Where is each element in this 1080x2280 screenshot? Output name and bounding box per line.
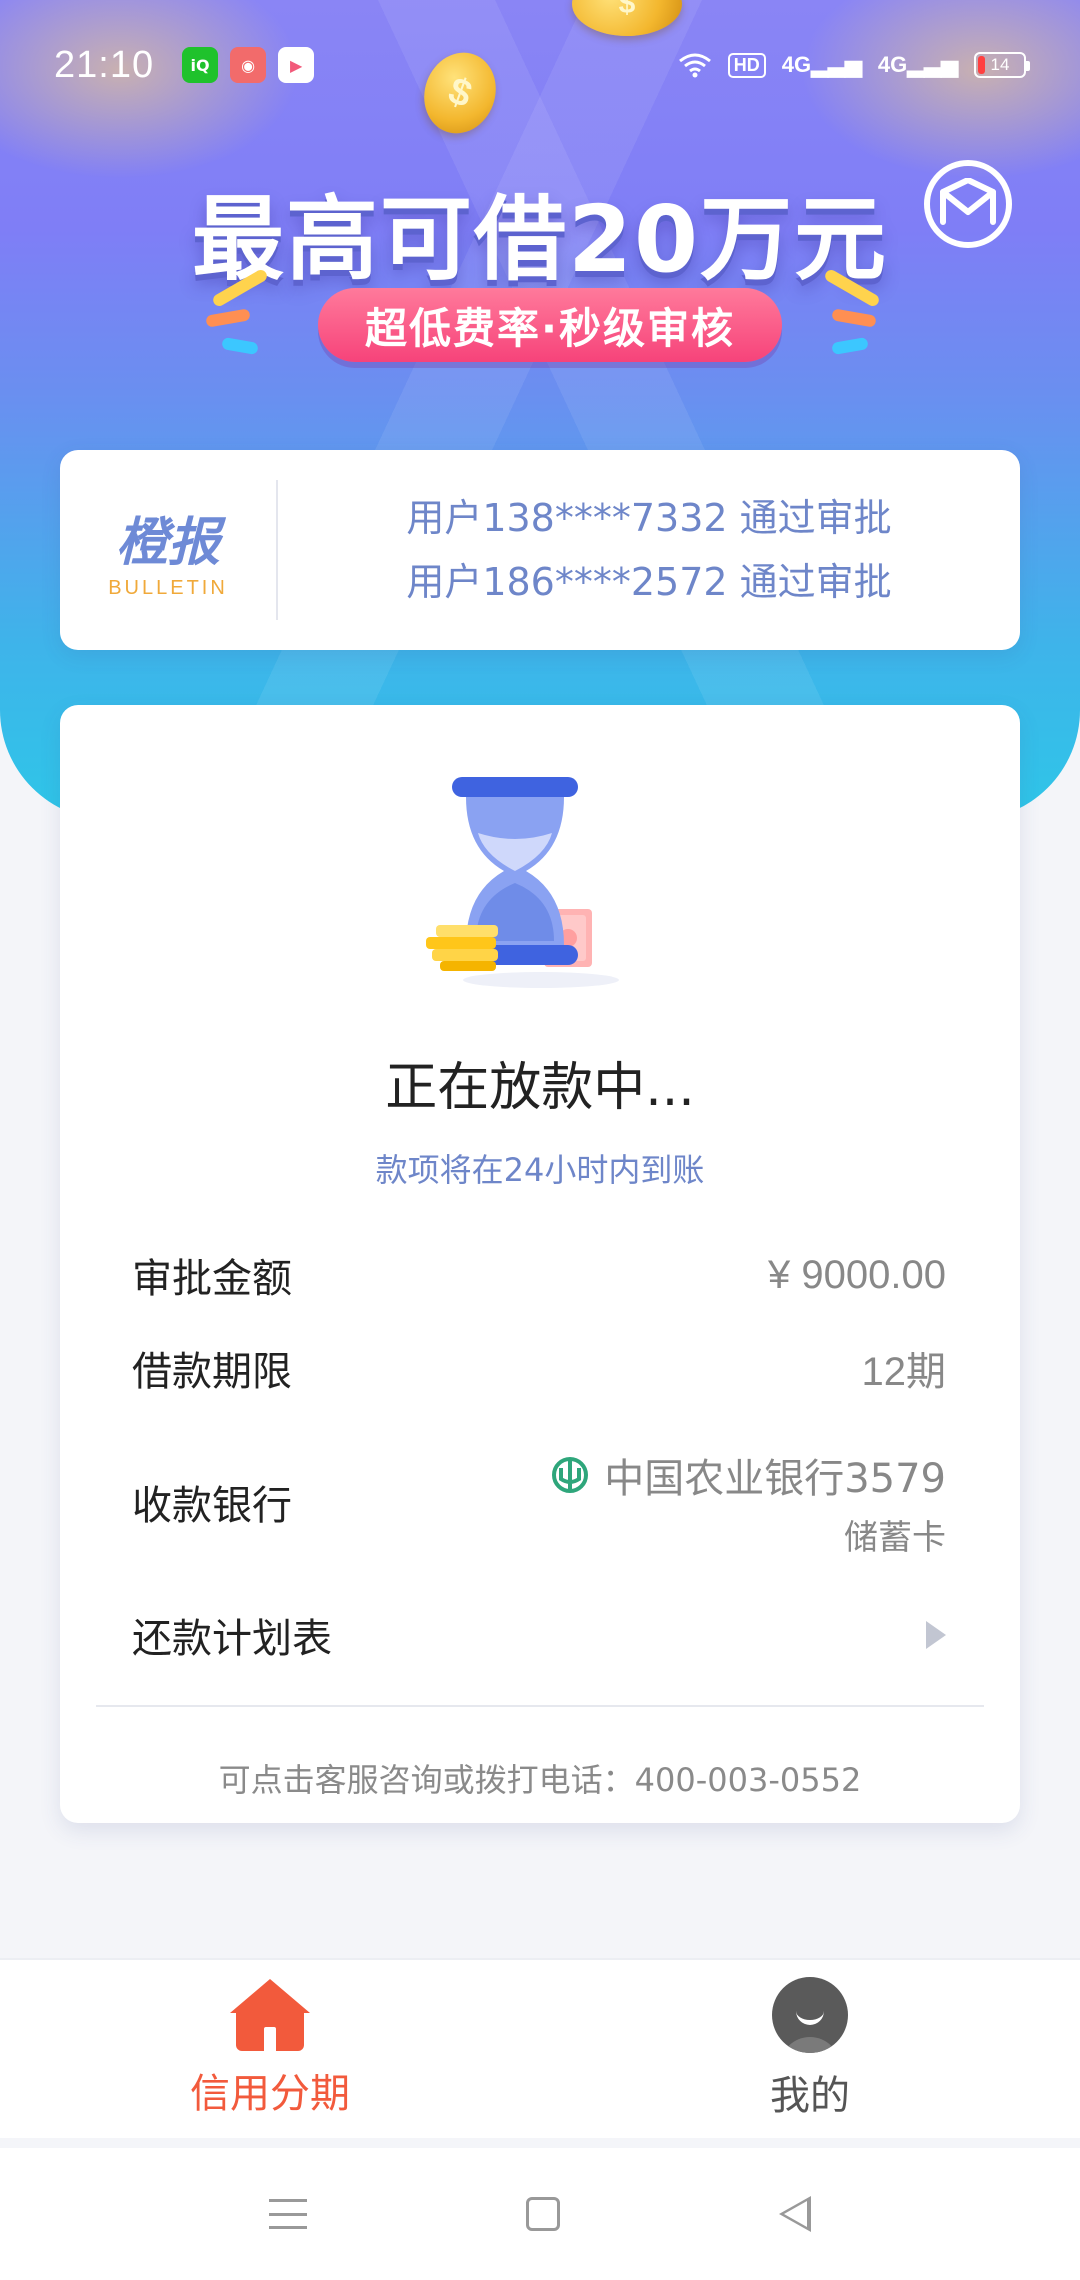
bulletin-logo-cn: 橙报 bbox=[115, 513, 220, 573]
battery-level: 14 bbox=[990, 55, 1010, 74]
hd-voice-icon: HD bbox=[727, 52, 766, 78]
divider bbox=[96, 1705, 984, 1707]
doll-machine-icon: ◉ bbox=[230, 47, 267, 83]
hero-headline: 最高可借20万元 bbox=[191, 186, 889, 293]
bulletin-line: 用户138****7332 通过审批 bbox=[406, 496, 892, 540]
row-label: 借款期限 bbox=[132, 1349, 292, 1395]
tab-label: 信用分期 bbox=[190, 2071, 350, 2117]
bottom-tab-bar: 信用分期 我的 bbox=[0, 1958, 1080, 2138]
bulletin-card: 橙报 BULLETIN 用户138****7332 通过审批 用户186****… bbox=[60, 450, 1020, 650]
row-label: 收款银行 bbox=[132, 1483, 292, 1529]
bulletin-logo-en: BULLETIN bbox=[108, 577, 228, 599]
loan-term-value: 12期 bbox=[861, 1350, 947, 1394]
bulletin-line: 用户186****2572 通过审批 bbox=[406, 560, 892, 604]
receiving-bank-value: 中国农业银行3579 储蓄卡 bbox=[550, 1446, 946, 1559]
bulletin-logo: 橙报 BULLETIN bbox=[60, 480, 278, 620]
video-play-icon: ▶ bbox=[278, 47, 315, 83]
chevron-right-icon bbox=[926, 1621, 946, 1649]
battery-icon: 14 bbox=[974, 52, 1030, 78]
abc-bank-logo-icon bbox=[552, 1456, 589, 1493]
tab-mine[interactable]: 我的 bbox=[540, 1960, 1080, 2138]
hero-subline-pill: 超低费率·秒级审核 bbox=[318, 288, 782, 362]
status-right-group: HD 4G▂▃▅ 4G▂▃▅ 14 bbox=[678, 52, 1030, 78]
receiving-bank-row: 收款银行 中国农业银行3579 储蓄卡 bbox=[132, 1427, 946, 1577]
hourglass-icon bbox=[426, 777, 619, 988]
status-time: 21:10 bbox=[54, 43, 155, 86]
status-bar: 21:10 iQ ◉ ▶ HD 4G▂▃▅ 4G▂▃▅ 14 bbox=[0, 0, 1080, 130]
approved-amount-row: 审批金额 ¥ 9000.00 bbox=[132, 1240, 946, 1310]
profile-icon bbox=[772, 1977, 848, 2053]
iqiyi-icon: iQ bbox=[182, 47, 219, 83]
approved-amount-value: ¥ 9000.00 bbox=[768, 1252, 946, 1297]
brand-logo-icon[interactable] bbox=[924, 160, 1012, 248]
back-triangle-icon[interactable] bbox=[778, 2196, 811, 2232]
tab-credit-installment[interactable]: 信用分期 bbox=[0, 1960, 540, 2138]
loan-status-subtitle: 款项将在24小时内到账 bbox=[375, 1151, 705, 1189]
repayment-schedule-row[interactable]: 还款计划表 bbox=[132, 1595, 946, 1675]
home-square-icon[interactable] bbox=[525, 2197, 560, 2231]
menu-icon[interactable] bbox=[269, 2199, 308, 2229]
row-label: 审批金额 bbox=[132, 1256, 292, 1302]
notification-app-icons: iQ ◉ ▶ bbox=[182, 47, 315, 83]
loan-status-card: 正在放款中... 款项将在24小时内到账 审批金额 ¥ 9000.00 借款期限… bbox=[60, 705, 1020, 1823]
bulletin-ticker: 用户138****7332 通过审批 用户186****2572 通过审批 bbox=[278, 486, 1020, 614]
card-type: 储蓄卡 bbox=[844, 1517, 946, 1558]
loan-term-row: 借款期限 12期 bbox=[132, 1333, 946, 1403]
signal-4g-icon: 4G▂▃▅ bbox=[877, 52, 958, 77]
system-nav-bar bbox=[0, 2148, 1080, 2280]
loan-status-title: 正在放款中... bbox=[385, 1058, 695, 1118]
row-label: 还款计划表 bbox=[132, 1616, 332, 1662]
envelope-logo-icon bbox=[940, 178, 996, 225]
wifi-icon bbox=[678, 53, 711, 78]
customer-service-note[interactable]: 可点击客服咨询或拨打电话：400-003-0552 bbox=[60, 1755, 1020, 1801]
tab-label: 我的 bbox=[770, 2073, 850, 2119]
bank-name: 中国农业银行3579 bbox=[604, 1455, 946, 1502]
home-icon bbox=[230, 1979, 310, 2051]
signal-4g-icon: 4G▂▃▅ bbox=[781, 52, 862, 77]
